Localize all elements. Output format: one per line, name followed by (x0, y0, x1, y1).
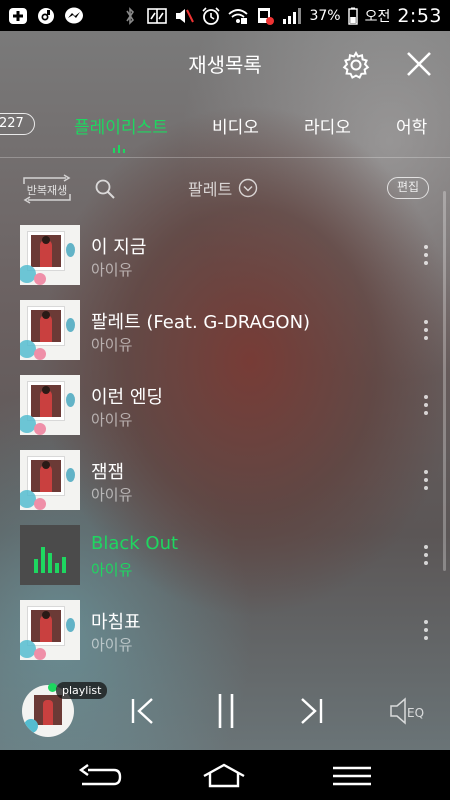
playlist-badge: playlist (56, 682, 108, 699)
menu-icon (333, 766, 371, 786)
system-navigation-bar (0, 750, 450, 800)
wifi-icon (228, 7, 249, 25)
bluetooth-icon (120, 6, 140, 25)
battery-icon (347, 7, 358, 25)
song-title: 잼잼 (91, 462, 125, 483)
nfc-icon (147, 7, 168, 25)
eq-label: EQ (407, 706, 424, 720)
song-artist: 아이유 (91, 261, 133, 279)
page-title: 재생목록 (188, 53, 262, 77)
tab-language[interactable]: 어학 (396, 113, 427, 138)
speaker-eq-icon: EQ (390, 697, 424, 725)
song-title: 이 지금 (91, 237, 147, 258)
edit-button[interactable]: 편집 (387, 177, 429, 199)
playlist-selector[interactable]: 팔레트 (188, 176, 258, 200)
clock-time: 2:53 (397, 4, 442, 27)
close-icon (407, 52, 431, 76)
album-art (20, 375, 80, 435)
song-artist: 아이유 (91, 486, 133, 504)
sim-icon (255, 7, 275, 25)
more-options-button[interactable] (418, 393, 434, 417)
equalizer-icon (32, 539, 68, 573)
next-button[interactable] (296, 694, 326, 728)
divider (0, 157, 450, 158)
more-options-button[interactable] (418, 468, 434, 492)
playlist-name: 팔레트 (188, 180, 233, 199)
song-row[interactable]: 이런 엔딩 아이유 (0, 371, 450, 446)
song-row[interactable]: 팔레트 (Feat. G-DRAGON) 아이유 (0, 296, 450, 371)
podcast-notification-icon (36, 7, 56, 25)
song-row-now-playing[interactable]: Black Out 아이유 (0, 521, 450, 596)
song-artist: 아이유 (91, 561, 133, 579)
now-playing-indicator-icon (113, 145, 129, 153)
more-options-button[interactable] (418, 243, 434, 267)
more-options-button[interactable] (418, 318, 434, 342)
song-title: 팔레트 (Feat. G-DRAGON) (91, 312, 311, 333)
repeat-label: 반복재생 (26, 184, 68, 197)
equalizer-button[interactable]: EQ (388, 694, 432, 728)
album-art (20, 525, 80, 585)
search-icon (95, 179, 115, 199)
home-button[interactable] (200, 762, 248, 790)
song-row[interactable]: 이 지금 아이유 (0, 221, 450, 296)
tab-playlist[interactable]: 플레이리스트 (74, 113, 168, 138)
add-notification-icon (8, 7, 28, 25)
header: 재생목록 (0, 31, 450, 95)
alarm-icon (201, 6, 221, 25)
tab-bar: 227 플레이리스트 비디오 라디오 어학 (0, 107, 450, 155)
song-title: 이런 엔딩 (91, 387, 163, 408)
settings-button[interactable] (340, 49, 372, 81)
song-list: 이 지금 아이유 팔레트 (Feat. G-DRAGON) 아이유 이런 엔딩 … (0, 221, 450, 671)
song-title: 마침표 (91, 612, 141, 633)
search-button[interactable] (94, 178, 116, 200)
skip-previous-icon (131, 698, 153, 724)
song-artist: 아이유 (91, 411, 133, 429)
album-art (20, 600, 80, 660)
tab-radio[interactable]: 라디오 (304, 113, 351, 138)
previous-button[interactable] (128, 694, 158, 728)
chevron-down-icon (238, 178, 258, 198)
count-pill[interactable]: 227 (0, 113, 35, 135)
playlist-screen: 재생목록 227 플레이리스트 비디오 라디오 어학 반복재생 팔레트 편집 이… (0, 31, 450, 750)
gear-icon (342, 50, 370, 79)
more-options-button[interactable] (418, 543, 434, 567)
mini-player: playlist EQ (0, 670, 450, 750)
album-art (20, 225, 80, 285)
menu-button[interactable] (330, 762, 374, 790)
album-art (20, 300, 80, 360)
messenger-notification-icon (64, 7, 84, 25)
clock-ampm: 오전 (364, 8, 391, 25)
album-art (20, 450, 80, 510)
back-button[interactable] (76, 762, 122, 790)
status-bar: 37% 오전 2:53 (0, 0, 450, 31)
pause-button[interactable] (214, 694, 238, 732)
home-icon (203, 763, 245, 788)
scrollbar[interactable] (443, 191, 446, 571)
pause-icon (218, 694, 234, 732)
song-title: Black Out (91, 533, 179, 554)
tab-video[interactable]: 비디오 (212, 113, 259, 138)
song-artist: 아이유 (91, 636, 133, 654)
back-icon (78, 764, 122, 786)
repeat-button[interactable]: 반복재생 (20, 174, 74, 204)
mute-icon (174, 7, 195, 25)
song-row[interactable]: 잼잼 아이유 (0, 446, 450, 521)
skip-next-icon (301, 698, 323, 724)
song-row[interactable]: 마침표 아이유 (0, 596, 450, 671)
close-button[interactable] (402, 47, 436, 81)
signal-icon (282, 7, 302, 25)
playlist-controls: 반복재생 팔레트 편집 (0, 171, 450, 207)
song-artist: 아이유 (91, 336, 133, 354)
battery-percent: 37% (309, 7, 341, 24)
more-options-button[interactable] (418, 618, 434, 642)
